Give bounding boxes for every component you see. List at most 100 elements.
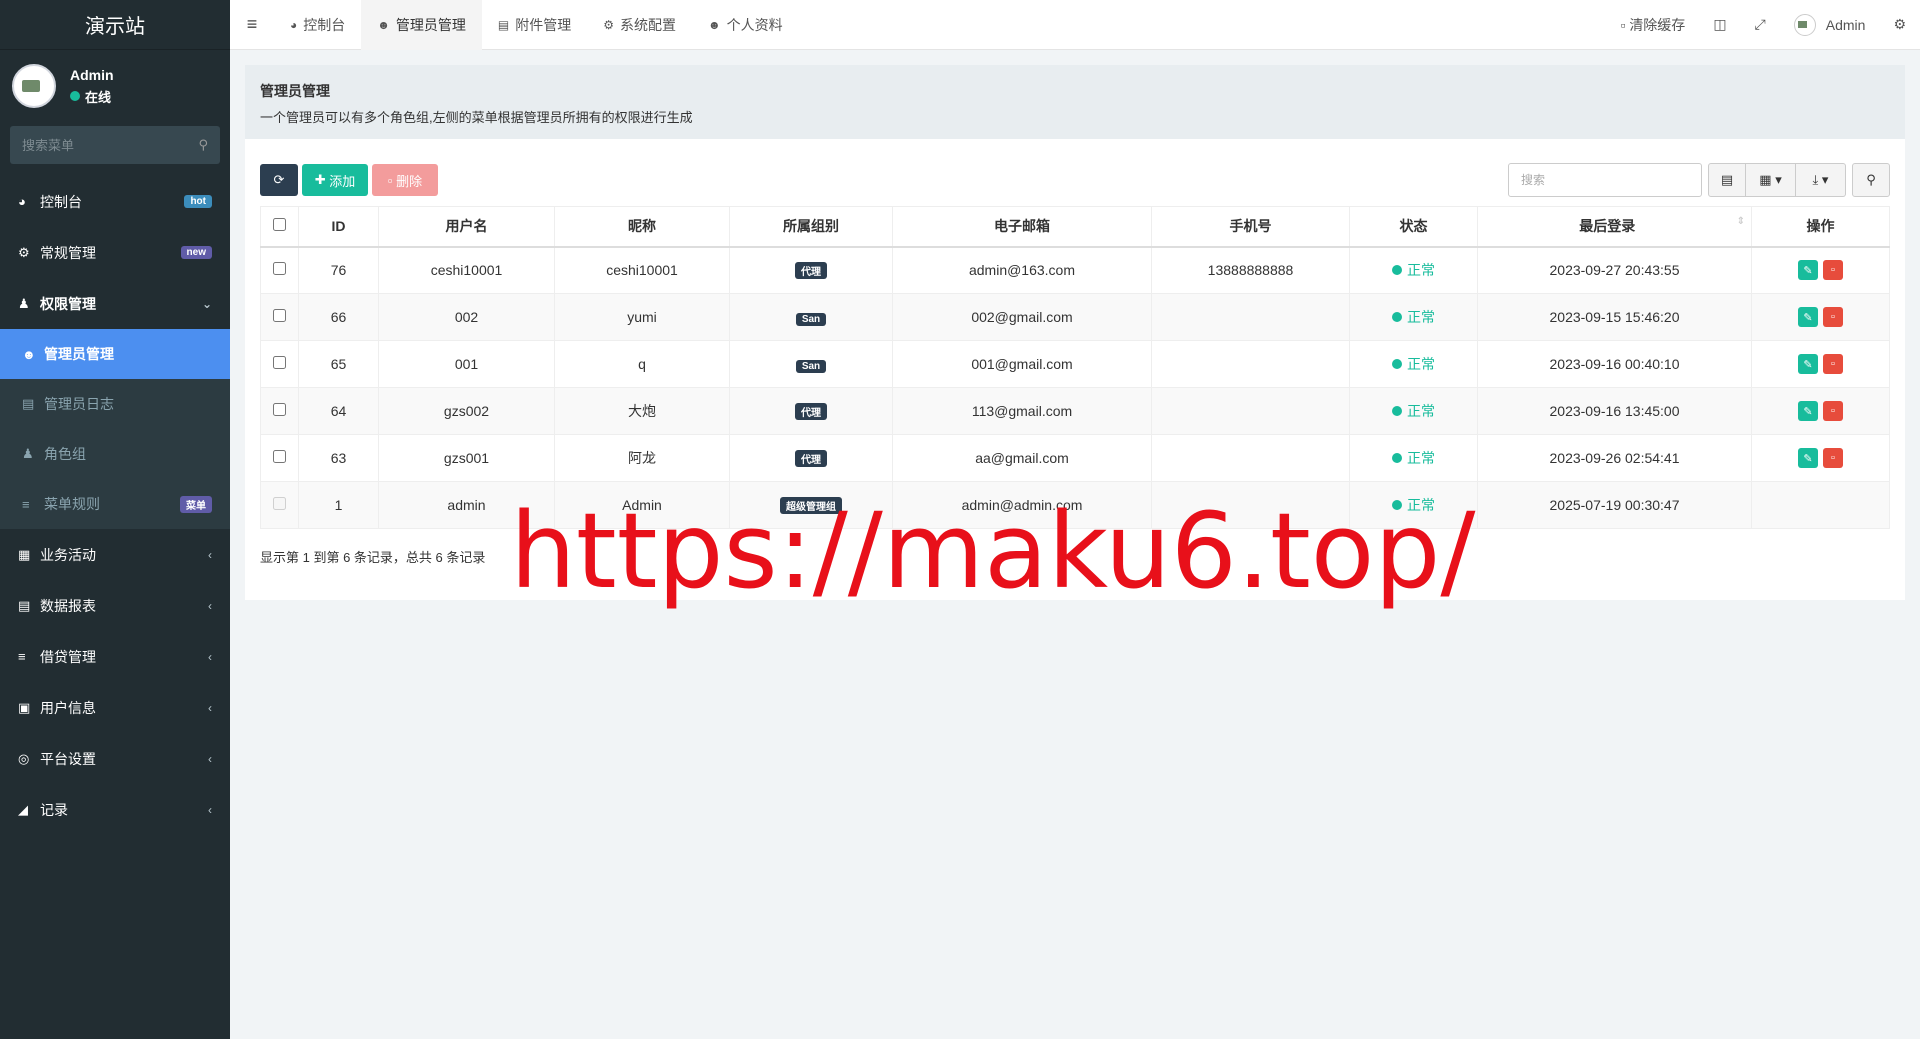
sidebar-item-role-group[interactable]: ♟ 角色组: [0, 429, 230, 479]
edit-button[interactable]: ✎: [1798, 260, 1818, 281]
pagination-info: 显示第 1 到第 6 条记录，总共 6 条记录: [260, 550, 486, 565]
edit-button[interactable]: ✎: [1798, 354, 1818, 374]
avatar: [12, 64, 56, 108]
table-row[interactable]: 66 002 yumi San 002@gmail.com 正常 2023-09…: [260, 293, 1890, 341]
table-row[interactable]: 65 001 q San 001@gmail.com 正常 2023-09-16…: [260, 340, 1890, 388]
sidebar-item-dashboard[interactable]: ◕ 控制台 hot: [0, 176, 230, 227]
cell-id: 1: [298, 481, 379, 529]
refresh-button[interactable]: ⟳: [260, 164, 298, 196]
row-checkbox[interactable]: [273, 450, 286, 463]
sidebar-item-menu-rule[interactable]: ≡ 菜单规则 菜单: [0, 479, 230, 529]
sidebar-item-platform[interactable]: ◎ 平台设置 ‹: [0, 733, 230, 784]
status-badge: 正常: [1392, 448, 1435, 468]
table-header-row: ID 用户名 昵称 所属组别 电子邮箱 手机号 状态 最后登录 ⇕ 操作: [260, 206, 1890, 248]
cell-actions: ✎ ▫: [1751, 293, 1890, 341]
table-row[interactable]: 1 admin Admin 超级管理组 admin@admin.com 正常 2…: [260, 481, 1890, 529]
tab-attachment[interactable]: ▤ 附件管理: [482, 0, 587, 50]
col-status[interactable]: 状态: [1349, 206, 1478, 248]
row-delete-button[interactable]: ▫: [1823, 260, 1843, 281]
columns-button[interactable]: ▦ ▾: [1746, 163, 1796, 197]
sidebar-item-loan[interactable]: ≡ 借贷管理 ‹: [0, 631, 230, 682]
table-body: 76 ceshi10001 ceshi10001 代理 admin@163.co…: [260, 246, 1890, 529]
pencil-icon: ✎: [1803, 264, 1813, 277]
row-checkbox[interactable]: [273, 403, 286, 416]
table-row[interactable]: 63 gzs001 阿龙 代理 aa@gmail.com 正常 2023-09-…: [260, 434, 1890, 482]
top-header: ≡ ◕ 控制台 ☻ 管理员管理 ▤ 附件管理 ⚙ 系统配置 ☻ 个人资料 ▫ 清除缓存 ◫…: [230, 0, 1920, 50]
row-select-cell: [260, 340, 299, 388]
add-button[interactable]: ✚ 添加: [302, 164, 368, 196]
sidebar-item-userinfo[interactable]: ▣ 用户信息 ‹: [0, 682, 230, 733]
cell-status: 正常: [1349, 340, 1478, 388]
sidebar-item-admin[interactable]: ☻ 管理员管理: [0, 329, 230, 379]
status-badge: 正常: [1392, 354, 1435, 374]
edit-button[interactable]: ✎: [1798, 401, 1818, 421]
sidebar-item-general[interactable]: ⚙ 常规管理 new: [0, 227, 230, 278]
trash-icon: ▫: [1831, 358, 1835, 370]
sidebar-search: ⚲: [10, 126, 220, 164]
col-username[interactable]: 用户名: [378, 206, 555, 248]
row-checkbox[interactable]: [273, 309, 286, 322]
user-menu[interactable]: Admin: [1780, 0, 1880, 50]
cell-nickname: Admin: [554, 481, 730, 529]
user-name: Admin: [70, 66, 114, 83]
row-delete-button[interactable]: ▫: [1823, 307, 1843, 327]
cell-status: 正常: [1349, 434, 1478, 482]
col-email[interactable]: 电子邮箱: [892, 206, 1152, 248]
advanced-search-button[interactable]: ⚲: [1852, 163, 1890, 197]
sidebar-search-input[interactable]: [22, 137, 199, 153]
clear-cache-button[interactable]: ▫ 清除缓存: [1606, 0, 1699, 50]
dashboard-icon: ◕: [290, 17, 298, 32]
language-button[interactable]: ◫: [1699, 0, 1740, 50]
col-id[interactable]: ID: [298, 206, 379, 248]
group-tag: San: [795, 312, 827, 326]
list-icon: ▤: [1720, 172, 1734, 187]
table-row[interactable]: 76 ceshi10001 ceshi10001 代理 admin@163.co…: [260, 246, 1890, 294]
fullscreen-button[interactable]: ⤢: [1741, 0, 1780, 50]
page-title: 管理员管理: [260, 83, 330, 99]
col-mobile[interactable]: 手机号: [1151, 206, 1350, 248]
status-dot-icon: [1392, 406, 1402, 416]
tab-config[interactable]: ⚙ 系统配置: [587, 0, 692, 50]
row-select-cell: [260, 481, 299, 529]
sidebar-item-activity[interactable]: ▦ 业务活动 ‹: [0, 529, 230, 580]
delete-button[interactable]: ▫ 删除: [372, 164, 438, 196]
row-checkbox[interactable]: [273, 356, 286, 369]
col-nickname[interactable]: 昵称: [554, 206, 730, 248]
col-last-login[interactable]: 最后登录 ⇕: [1477, 206, 1752, 248]
table-search-input[interactable]: [1508, 163, 1702, 197]
tab-admin[interactable]: ☻ 管理员管理: [361, 0, 482, 50]
edit-button[interactable]: ✎: [1798, 307, 1818, 327]
chevron-down-icon: ⌄: [201, 296, 212, 311]
tab-dashboard[interactable]: ◕ 控制台: [274, 0, 361, 50]
cell-id: 66: [298, 293, 379, 341]
page-description: 一个管理员可以有多个角色组,左侧的菜单根据管理员所拥有的权限进行生成: [260, 110, 693, 125]
row-delete-button[interactable]: ▫: [1823, 354, 1843, 374]
toggle-view-button[interactable]: ▤: [1708, 163, 1746, 197]
sidebar-item-auth[interactable]: ♟ 权限管理 ⌄: [0, 278, 230, 329]
edit-button[interactable]: ✎: [1798, 448, 1818, 468]
table-row[interactable]: 64 gzs002 大炮 代理 113@gmail.com 正常 2023-09…: [260, 387, 1890, 435]
cell-actions: [1751, 481, 1890, 529]
select-all-checkbox[interactable]: [273, 218, 286, 232]
row-delete-button[interactable]: ▫: [1823, 401, 1843, 421]
status-badge: 正常: [1392, 260, 1435, 280]
brand-logo[interactable]: 演示站: [0, 0, 230, 50]
sort-icon[interactable]: ⇕: [1737, 216, 1745, 227]
sidebar-item-records[interactable]: ◢ 记录 ‹: [0, 784, 230, 835]
search-icon[interactable]: ⚲: [198, 137, 208, 153]
cell-email: aa@gmail.com: [892, 434, 1152, 482]
tab-profile[interactable]: ☻ 个人资料: [692, 0, 799, 50]
cell-id: 64: [298, 387, 379, 435]
sidebar-item-admin-log[interactable]: ▤ 管理员日志: [0, 379, 230, 429]
hamburger-menu-icon[interactable]: ≡: [230, 14, 274, 35]
sidebar-item-report[interactable]: ▤ 数据报表 ‹: [0, 580, 230, 631]
gear-icon: ⚙: [603, 17, 614, 32]
export-button[interactable]: ⤓ ▾: [1796, 163, 1846, 197]
col-group[interactable]: 所属组别: [729, 206, 893, 248]
row-checkbox[interactable]: [273, 497, 286, 510]
row-checkbox[interactable]: [273, 262, 286, 276]
online-dot-icon: [70, 91, 80, 101]
settings-button[interactable]: ⚙: [1879, 0, 1920, 50]
row-delete-button[interactable]: ▫: [1823, 448, 1843, 468]
cell-username: admin: [378, 481, 555, 529]
